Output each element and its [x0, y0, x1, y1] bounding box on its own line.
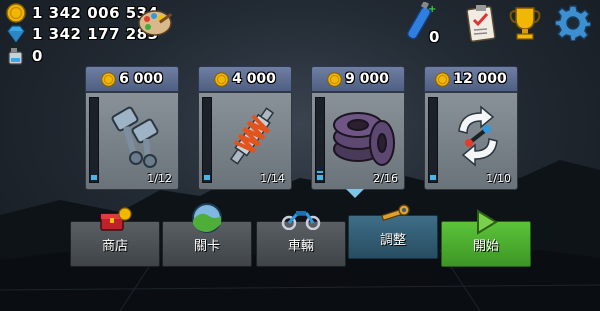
- upgrade-level-meter: [428, 97, 438, 183]
- upgrade-card-tires[interactable]: 9 000 2/16: [311, 66, 405, 190]
- coin-icon: [6, 3, 26, 23]
- upgrade-card-engine[interactable]: 6 000 1/12: [85, 66, 179, 190]
- upgrade-price: 9 000: [311, 66, 405, 92]
- upgrade-price: 4 000: [198, 66, 292, 92]
- upgrade-card-suspension[interactable]: 4 000 1/14: [198, 66, 292, 190]
- gear-icon: [555, 5, 591, 41]
- wrench-icon: [381, 204, 410, 222]
- trophy-icon: [509, 7, 541, 40]
- tires-icon: [333, 112, 395, 166]
- upgrade-level-meter: [315, 97, 325, 183]
- price-value: 12 000: [453, 71, 507, 87]
- four-wheel-drive-icon: [458, 105, 498, 167]
- upgrade-level: 1/12: [147, 172, 172, 185]
- price-value: 9 000: [345, 71, 389, 87]
- motorcycle-icon: [281, 211, 321, 230]
- gem-icon: [7, 25, 25, 43]
- coin-icon: [435, 71, 451, 87]
- price-value: 6 000: [119, 71, 163, 87]
- upgrade-level-meter: [89, 97, 99, 183]
- tab-label: 調整: [379, 233, 406, 248]
- upgrade-card-4wd[interactable]: 12 000 1/10: [424, 66, 518, 190]
- settings-button[interactable]: [554, 3, 592, 43]
- missions-button[interactable]: [462, 3, 500, 43]
- tab-label: 開始: [472, 239, 499, 254]
- fuel-balance: 0: [6, 46, 43, 66]
- hill-stage-icon: [192, 203, 222, 233]
- start-button[interactable]: 開始: [441, 209, 531, 267]
- fuel-can-icon: [8, 48, 23, 65]
- upgrade-level: 1/14: [260, 172, 285, 185]
- play-arrow-icon: [477, 209, 498, 235]
- tab-shop[interactable]: 商店: [70, 207, 160, 267]
- coin-icon: [214, 71, 229, 87]
- upgrade-level: 1/10: [486, 172, 511, 185]
- engine-piston-icon: [111, 106, 159, 168]
- palette-icon: [138, 10, 173, 36]
- paint-palette-button[interactable]: [136, 2, 174, 42]
- shock-absorber-icon: [229, 107, 275, 165]
- tab-tuning[interactable]: 調整: [348, 204, 438, 259]
- upgrade-level-meter: [202, 97, 212, 183]
- coin-icon: [101, 71, 116, 87]
- svg-text:+: +: [428, 4, 436, 15]
- tab-label: 車輛: [287, 239, 314, 254]
- upgrade-price: 12 000: [424, 66, 518, 92]
- coin-icon: [327, 71, 342, 87]
- clipboard-check-icon: [466, 5, 496, 42]
- upgrade-price: 6 000: [85, 66, 179, 92]
- fuel-count: 0: [32, 47, 43, 65]
- potion-count: 0: [429, 28, 440, 46]
- tab-stages[interactable]: 關卡: [162, 203, 252, 267]
- achievements-button[interactable]: [506, 3, 544, 43]
- tab-label: 商店: [101, 239, 128, 254]
- tab-label: 關卡: [193, 239, 220, 254]
- price-value: 4 000: [232, 71, 276, 87]
- treasure-chest-icon: [100, 207, 132, 231]
- tab-vehicles[interactable]: 車輛: [256, 211, 346, 267]
- upgrade-level: 2/16: [373, 172, 398, 185]
- selected-upgrade-indicator: [346, 189, 364, 198]
